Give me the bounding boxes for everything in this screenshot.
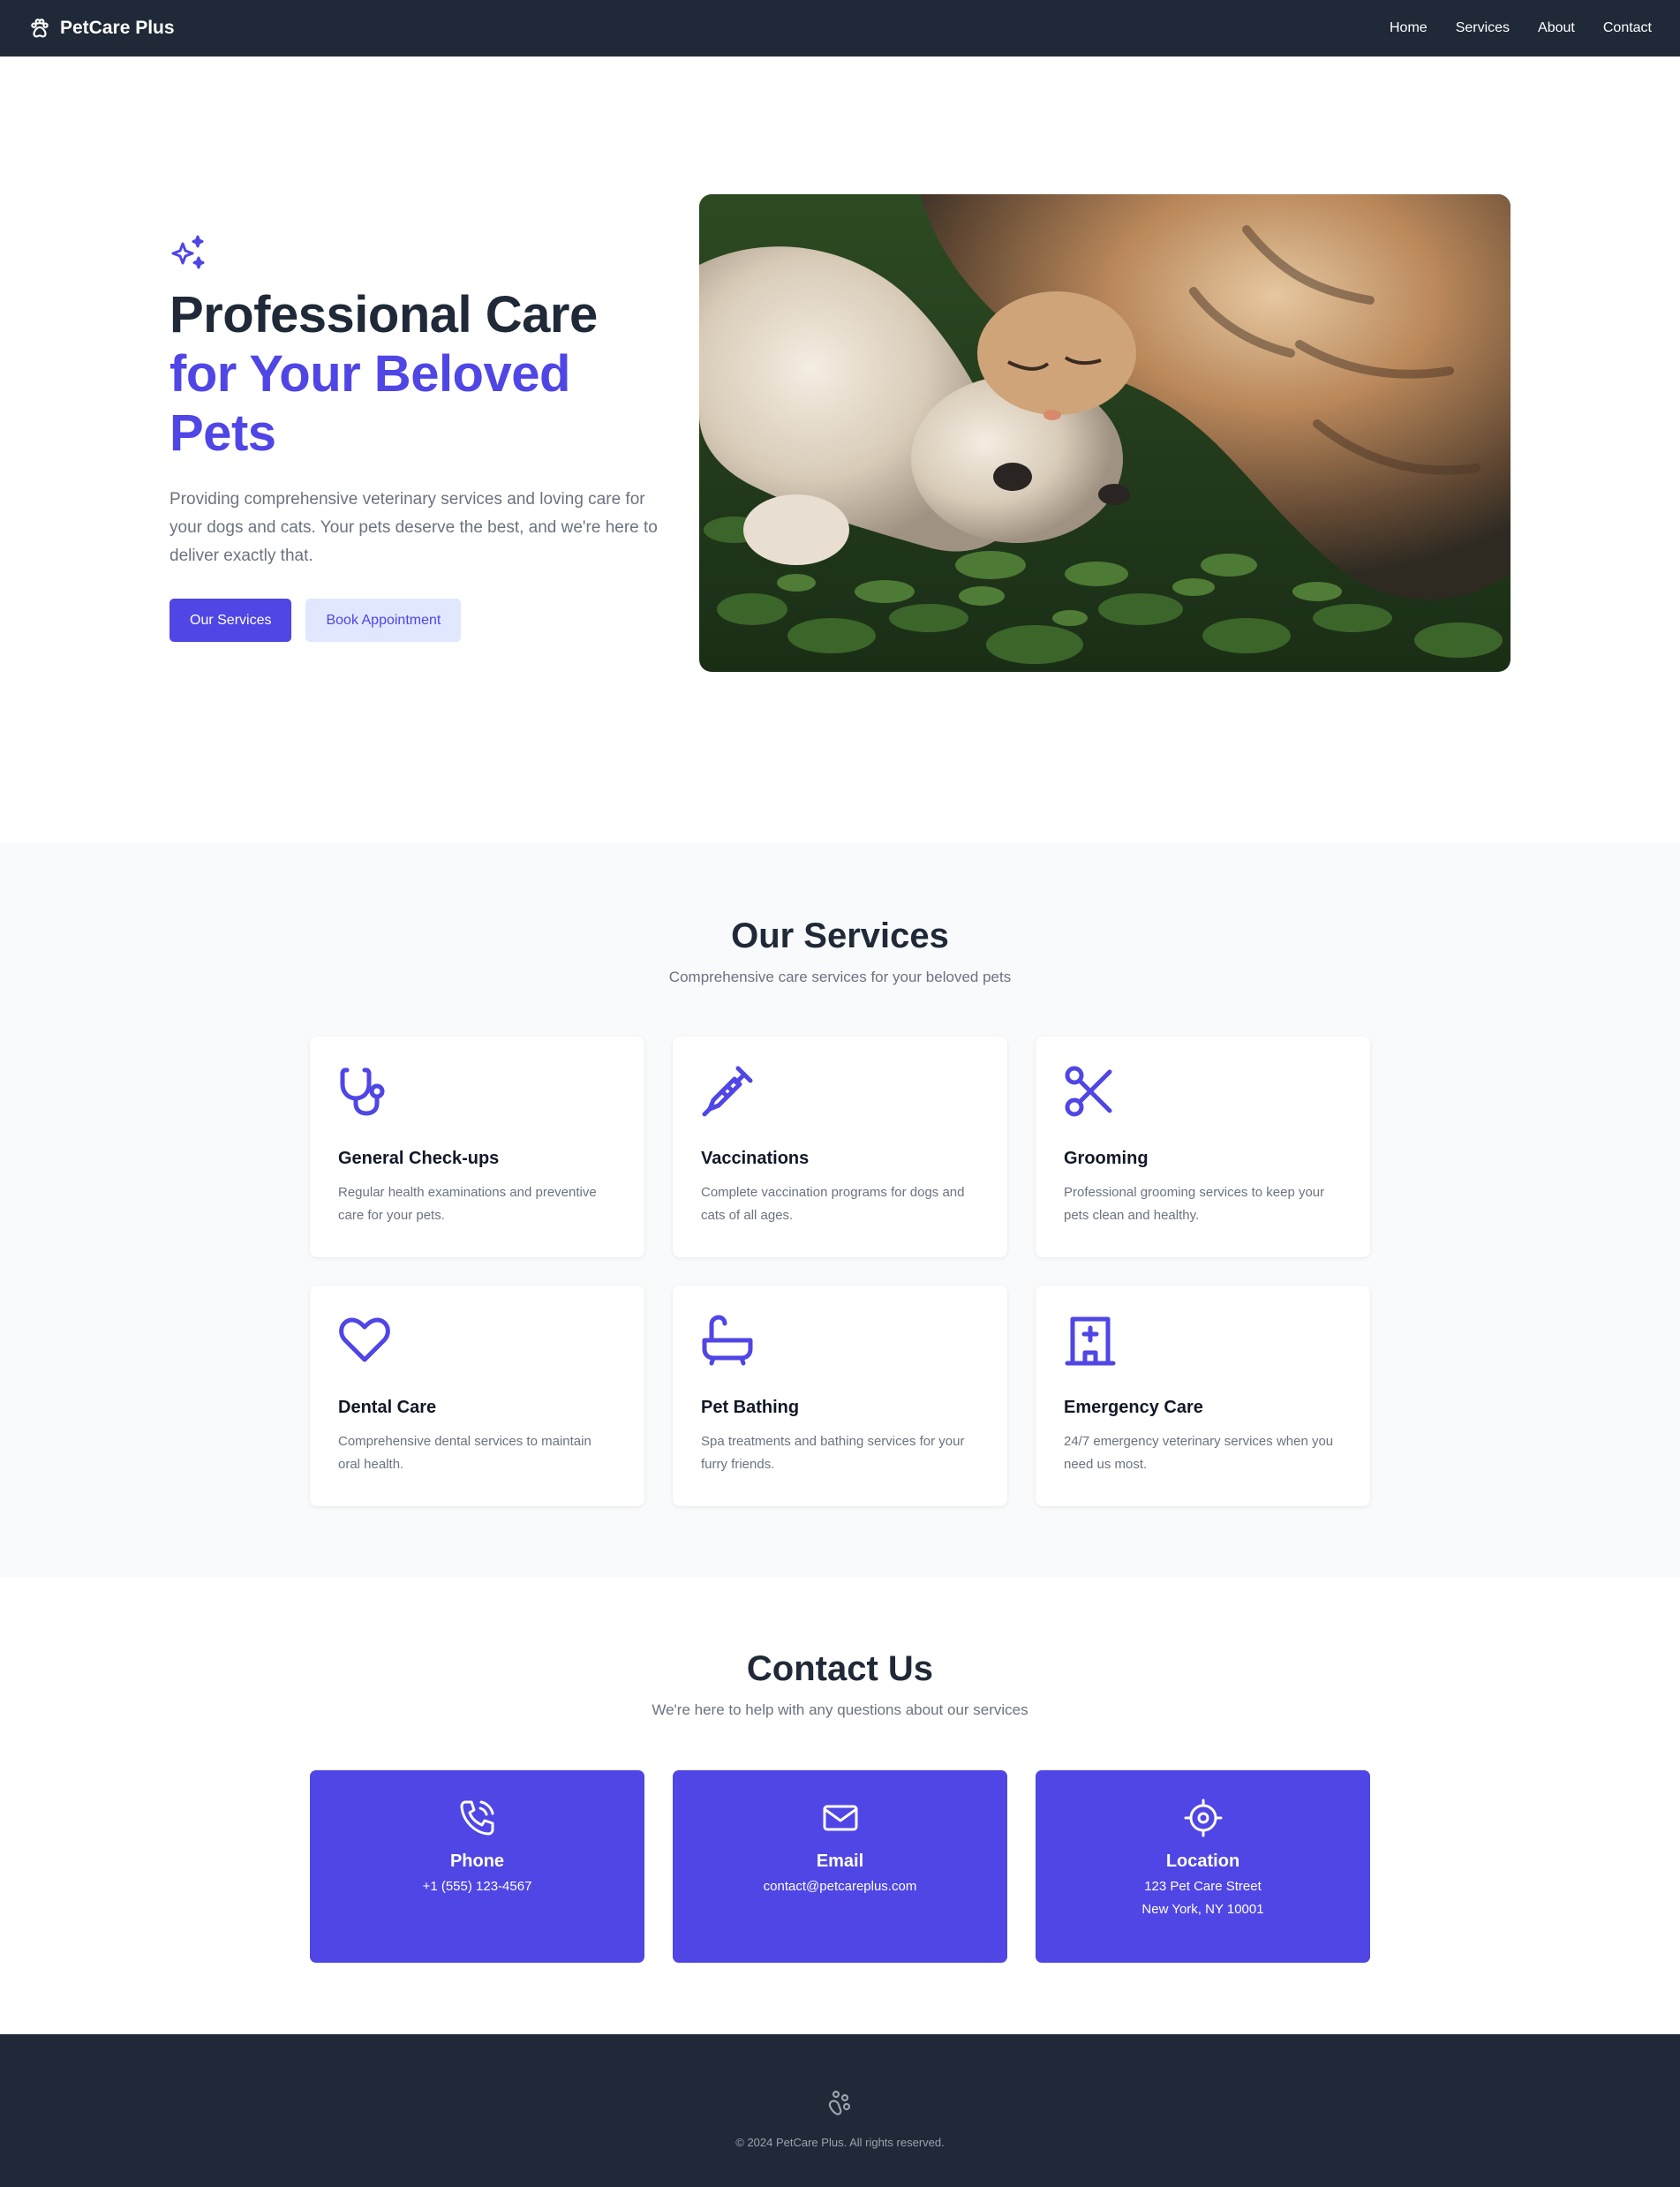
pets-image <box>699 194 1510 672</box>
location-icon <box>1184 1799 1222 1837</box>
contact-card-email[interactable]: Email contact@petcareplus.com <box>673 1770 1007 1963</box>
nav-link-services[interactable]: Services <box>1456 20 1510 36</box>
nav-links: Home Services About Contact <box>1390 20 1652 36</box>
service-description: Professional grooming services to keep y… <box>1064 1185 1325 1223</box>
contact-label: Location <box>1165 1851 1240 1871</box>
scissors-icon <box>1065 1066 1112 1117</box>
services-title: Our Services <box>731 916 949 955</box>
services-section: Our Services Comprehensive care services… <box>0 842 1680 1577</box>
service-card-bathing[interactable]: Pet Bathing Spa treatments and bathing s… <box>673 1286 1007 1506</box>
contact-section: Contact Us We're here to help with any q… <box>0 1577 1680 2034</box>
service-title: Emergency Care <box>1064 1398 1203 1417</box>
service-card-vaccinations[interactable]: Vaccinations Complete vaccination progra… <box>673 1037 1007 1257</box>
contact-card-phone[interactable]: Phone +1 (555) 123-4567 <box>310 1770 644 1963</box>
hero-title-accent: for Your Beloved Pets <box>170 345 570 462</box>
hospital-icon <box>1065 1316 1116 1366</box>
service-description: Complete vaccination programs for dogs a… <box>701 1185 965 1223</box>
nav-link-about[interactable]: About <box>1538 20 1575 36</box>
hero-buttons: Our Services Book Appointment <box>170 599 673 642</box>
contact-grid: Phone +1 (555) 123-4567 Email contact@pe… <box>310 1770 1370 1963</box>
service-description: Spa treatments and bathing services for … <box>701 1434 965 1472</box>
nav-link-home[interactable]: Home <box>1390 20 1428 36</box>
book-appointment-button[interactable]: Book Appointment <box>305 599 462 642</box>
stethoscope-icon <box>340 1067 385 1116</box>
contact-value[interactable]: +1 (555) 123-4567 <box>310 1875 644 1898</box>
service-card-checkups[interactable]: General Check-ups Regular health examina… <box>310 1037 644 1257</box>
sparkles-icon <box>171 235 205 269</box>
hero-content: Professional Care for Your Beloved Pets … <box>170 233 673 642</box>
hero-title-main: Professional Care <box>170 286 598 343</box>
phone-icon <box>460 1800 493 1836</box>
paw-icon <box>31 19 49 38</box>
service-card-emergency[interactable]: Emergency Care 24/7 emergency veterinary… <box>1036 1286 1370 1506</box>
service-description: Comprehensive dental services to maintai… <box>338 1434 591 1472</box>
contact-value[interactable]: contact@petcareplus.com <box>673 1875 1007 1898</box>
contact-value-address-line2: New York, NY 10001 <box>1141 1902 1264 1917</box>
nav-link-contact[interactable]: Contact <box>1603 20 1652 36</box>
services-grid: General Check-ups Regular health examina… <box>310 1037 1370 1506</box>
service-card-grooming[interactable]: Grooming Professional grooming services … <box>1036 1037 1370 1257</box>
hero-pet-photo <box>699 194 1510 672</box>
service-title: Dental Care <box>338 1398 437 1417</box>
syringe-icon <box>702 1066 753 1117</box>
heart-icon <box>339 1317 390 1362</box>
contact-label: Email <box>816 1851 864 1871</box>
service-description: Regular health examinations and preventi… <box>338 1185 597 1223</box>
service-title: Vaccinations <box>701 1149 810 1168</box>
hero-title: Professional Care for Your Beloved Pets <box>170 285 673 463</box>
contact-value-address-line1: 123 Pet Care Street <box>1144 1879 1262 1894</box>
top-navbar: PetCare Plus Home Services About Contact <box>0 0 1680 57</box>
our-services-button[interactable]: Our Services <box>170 599 292 642</box>
contact-label: Phone <box>449 1851 505 1871</box>
service-title: General Check-ups <box>338 1149 500 1168</box>
paw-print-icon <box>828 2090 850 2115</box>
contact-title: Contact Us <box>746 1649 934 1688</box>
hero-description: Providing comprehensive veterinary servi… <box>170 490 658 565</box>
hero-section: Professional Care for Your Beloved Pets … <box>0 57 1680 842</box>
brand[interactable]: PetCare Plus <box>28 17 175 40</box>
contact-subtitle: We're here to help with any questions ab… <box>652 1701 1028 1718</box>
service-title: Pet Bathing <box>701 1398 800 1417</box>
mail-icon <box>823 1805 857 1831</box>
copyright-text: © 2024 PetCare Plus. All rights reserved… <box>735 2136 945 2149</box>
brand-name: PetCare Plus <box>60 18 175 38</box>
services-subtitle: Comprehensive care services for your bel… <box>668 969 1012 985</box>
service-description: 24/7 emergency veterinary services when … <box>1064 1434 1334 1472</box>
bathtub-icon <box>702 1315 753 1366</box>
service-title: Grooming <box>1064 1149 1149 1168</box>
contact-card-location[interactable]: Location 123 Pet Care Street New York, N… <box>1036 1770 1370 1963</box>
service-card-dental[interactable]: Dental Care Comprehensive dental service… <box>310 1286 644 1506</box>
footer: © 2024 PetCare Plus. All rights reserved… <box>0 2034 1680 2187</box>
